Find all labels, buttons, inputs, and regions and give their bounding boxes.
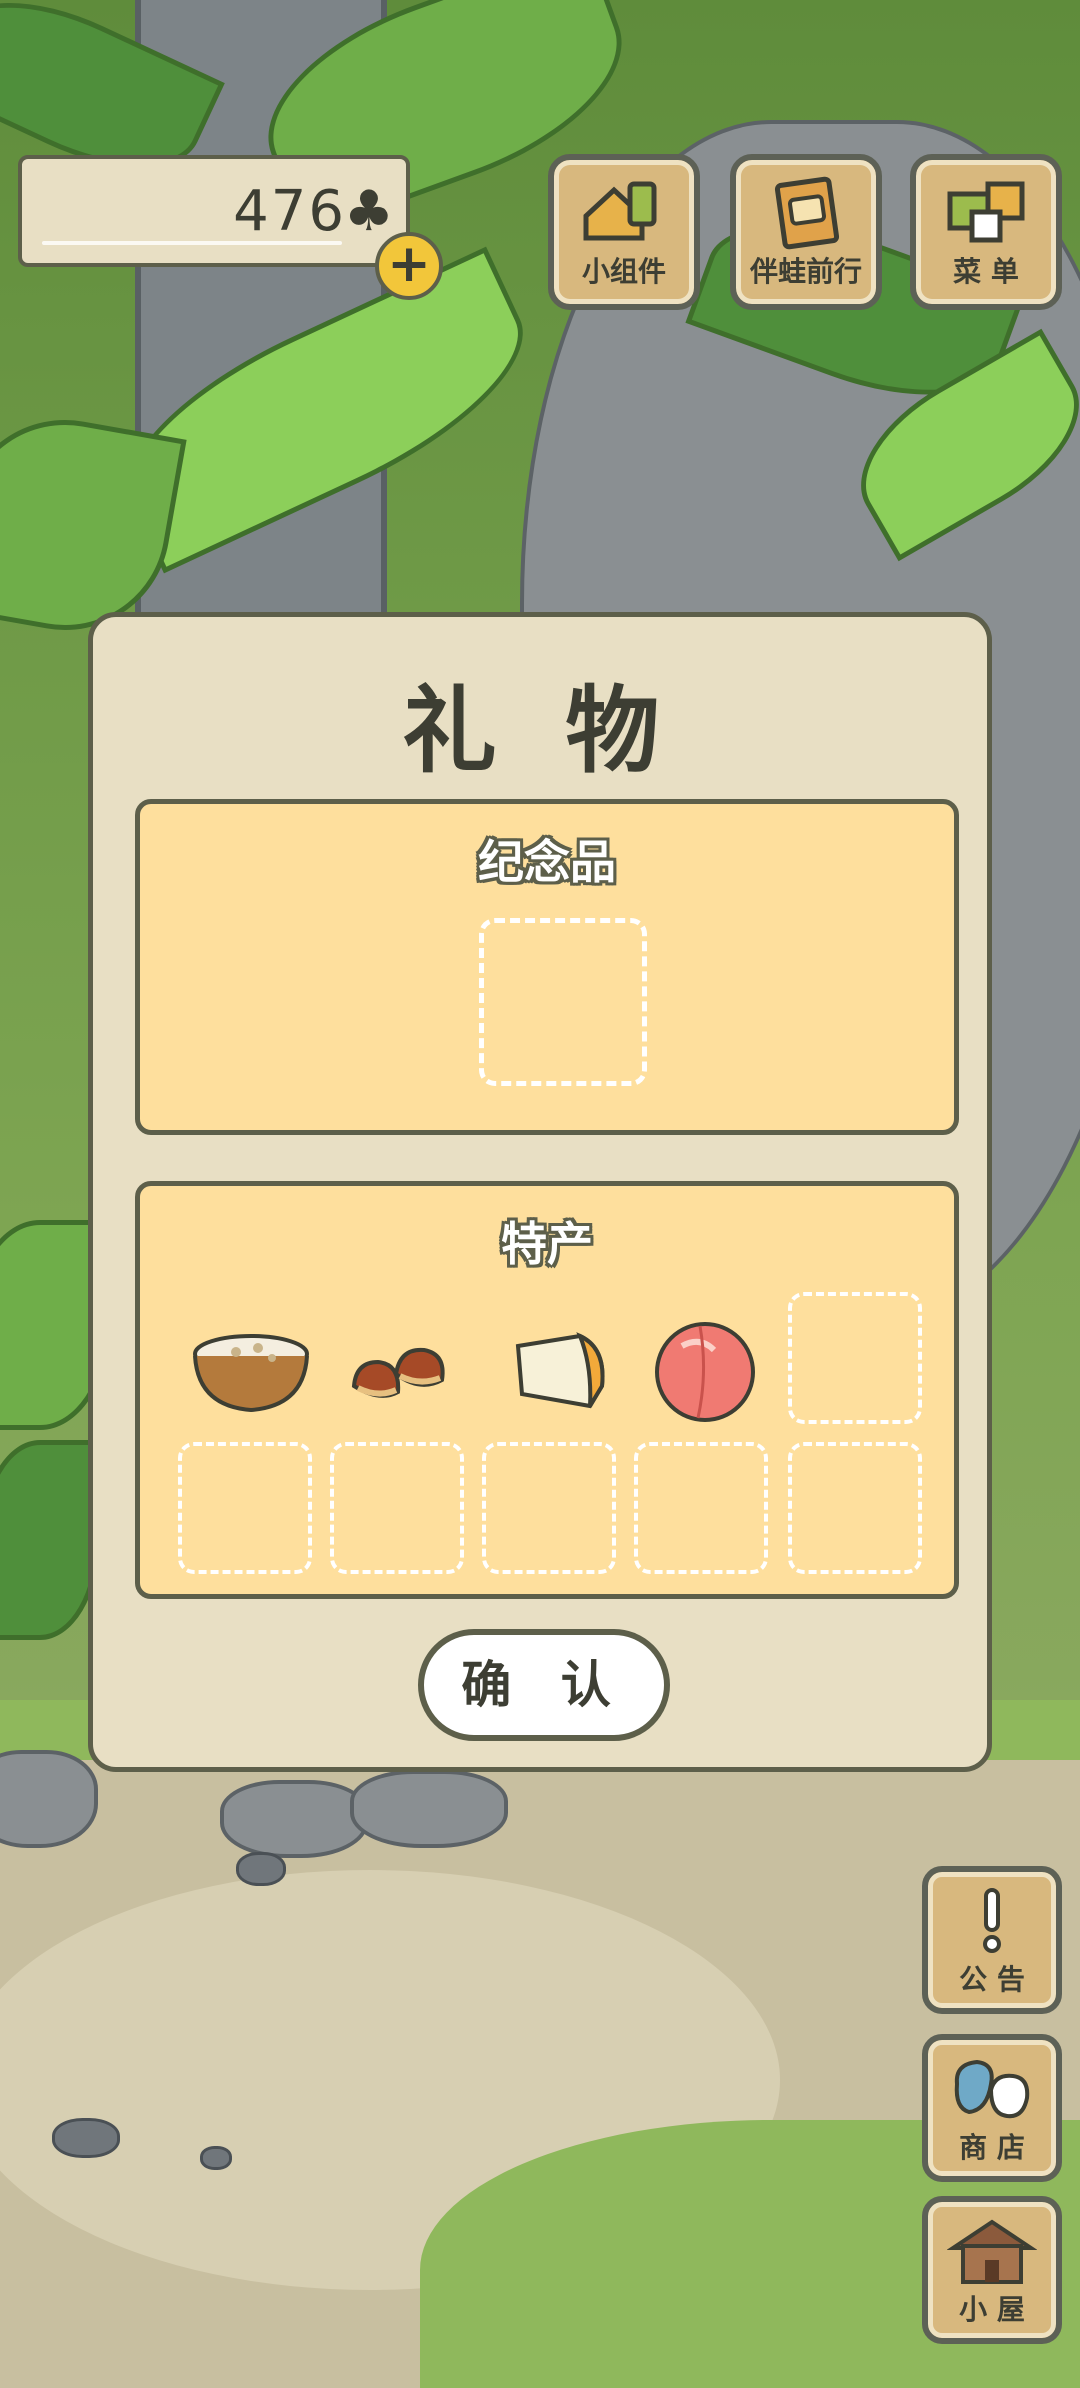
pebble [200,2146,232,2170]
chestnuts-icon[interactable] [336,1306,470,1438]
specialty-slot-empty[interactable] [788,1442,922,1574]
peach-icon[interactable] [638,1306,772,1438]
confirm-button[interactable]: 确 认 [418,1629,670,1741]
house-label: 小 屋 [959,2293,1025,2326]
souvenir-title: 纪念品 [478,835,616,889]
souvenir-panel: 纪念品 [135,799,959,1135]
specialty-slot-empty[interactable] [330,1442,464,1574]
specialty-title: 特产 [501,1217,593,1271]
specialty-slot-empty[interactable] [634,1442,768,1574]
specialty-panel: 特产 [135,1181,959,1599]
add-clover-button[interactable]: + [375,232,443,300]
souvenir-slot[interactable] [479,918,647,1086]
dialog-title: 礼 物 [402,677,678,786]
album-icon [736,176,876,256]
specialty-slot-empty[interactable] [788,1292,922,1424]
specialty-slot-empty[interactable] [178,1442,312,1574]
counter-underline [42,241,342,245]
widget-icon [554,176,694,256]
menu-label: 菜 单 [953,255,1019,288]
travel-album-label: 伴蛙前行 [749,255,862,288]
clover-count: 476 [233,179,346,244]
rock [0,1750,98,1848]
shop-label: 商 店 [959,2131,1025,2164]
notice-button[interactable]: 公 告 [922,1866,1062,2014]
notice-label: 公 告 [959,1963,1025,1996]
widget-label: 小组件 [581,255,666,288]
rice-porridge-icon[interactable] [184,1306,318,1438]
specialty-slot-empty[interactable] [482,1442,616,1574]
widget-button[interactable]: 小组件 [548,154,700,310]
shop-button[interactable]: 商 店 [922,2034,1062,2182]
travel-album-button[interactable]: 伴蛙前行 [730,154,882,310]
rock [220,1780,368,1858]
clover-counter: 476 ♣ [18,155,410,267]
menu-button[interactable]: 菜 单 [910,154,1062,310]
gift-dialog: 礼 物 纪念品 特产 确 认 [88,612,992,1772]
rock [350,1770,508,1848]
menu-cards-icon [916,176,1056,256]
house-button[interactable]: 小 屋 [922,2196,1062,2344]
pebble [52,2118,120,2158]
cheese-icon[interactable] [488,1306,622,1438]
pebble [236,1852,286,1886]
ground [0,1700,1080,2388]
